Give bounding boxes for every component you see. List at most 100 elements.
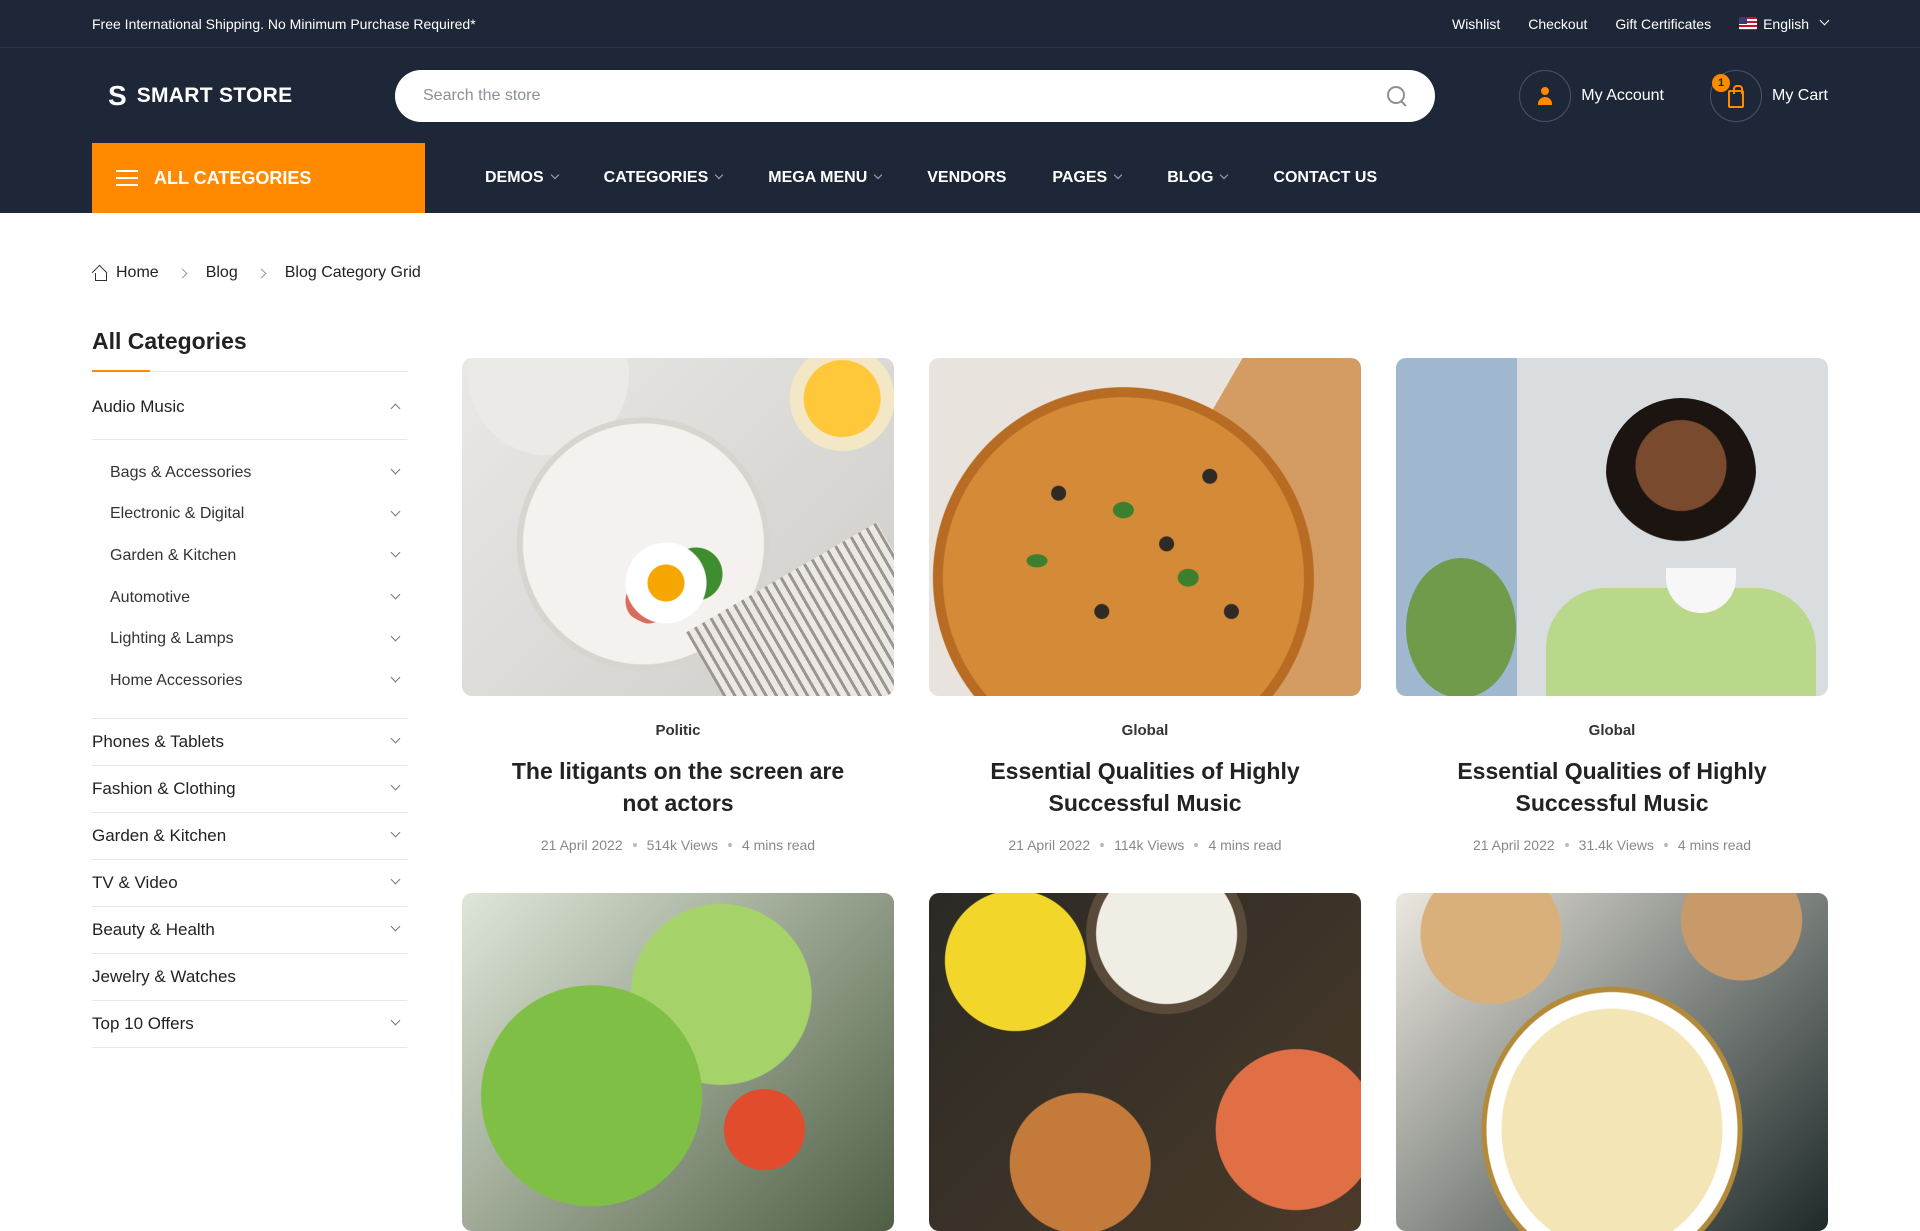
blog-post-card[interactable] [1396, 893, 1828, 1231]
chevron-up-icon[interactable] [390, 403, 401, 414]
chevron-down-icon[interactable] [390, 1015, 401, 1026]
nav-item-label: BLOG [1167, 169, 1214, 186]
nav-item-label: DEMOS [485, 169, 544, 186]
language-selector[interactable]: English [1739, 15, 1830, 32]
account-label: My Account [1581, 86, 1664, 104]
chevron-down-icon[interactable] [390, 921, 401, 932]
category-item[interactable]: Phones & Tablets [92, 719, 407, 766]
chevron-down-icon[interactable] [390, 464, 401, 475]
language-label: English [1763, 15, 1809, 32]
blog-post-card[interactable]: Global Essential Qualities of Highly Suc… [1396, 358, 1828, 853]
nav-item-mega-menu[interactable]: MEGA MENU [768, 169, 883, 187]
separator-dot [1564, 843, 1569, 847]
chevron-down-icon[interactable] [390, 506, 401, 517]
separator-dot [632, 843, 637, 847]
nav-item-contact-us[interactable]: CONTACT US [1273, 169, 1377, 187]
subcategory-list: Bags & Accessories Electronic & Digital … [92, 440, 407, 719]
subcategory-label: Bags & Accessories [110, 463, 252, 481]
chevron-down-icon [550, 170, 559, 180]
checkout-link[interactable]: Checkout [1528, 16, 1587, 32]
all-categories-button[interactable]: ALL CATEGORIES [92, 143, 425, 213]
chevron-down-icon [715, 170, 724, 180]
search-icon[interactable] [1387, 85, 1407, 106]
category-label: Fashion & Clothing [92, 778, 236, 798]
post-title[interactable]: Essential Qualities of Highly Successful… [1396, 755, 1828, 819]
blog-post-card[interactable]: Global Essential Qualities of Highly Suc… [929, 358, 1361, 853]
post-category[interactable]: Global [1396, 722, 1828, 739]
chevron-down-icon[interactable] [390, 827, 401, 838]
plant-illustration [1406, 558, 1516, 696]
category-item[interactable]: Garden & Kitchen [92, 813, 407, 860]
subcategory-item[interactable]: Electronic & Digital [110, 494, 407, 536]
subcategory-item[interactable]: Bags & Accessories [110, 452, 407, 494]
logo[interactable]: S SMART STORE [92, 80, 395, 112]
category-item[interactable]: Jewelry & Watches [92, 954, 407, 1001]
cart-button[interactable]: 1 My Cart [1710, 69, 1828, 122]
subcategory-label: Garden & Kitchen [110, 546, 237, 564]
post-image[interactable] [462, 893, 894, 1231]
nav-menu: DEMOS CATEGORIES MEGA MENU VENDORS PAGES… [425, 143, 1377, 213]
category-label: Beauty & Health [92, 919, 215, 939]
breadcrumb-blog[interactable]: Blog [206, 264, 238, 282]
chevron-down-icon[interactable] [390, 589, 401, 600]
chevron-down-icon[interactable] [390, 780, 401, 791]
post-category[interactable]: Global [929, 722, 1361, 739]
nav-item-vendors[interactable]: VENDORS [927, 169, 1006, 187]
main-nav: ALL CATEGORIES DEMOS CATEGORIES MEGA MEN… [0, 143, 1920, 213]
category-item[interactable]: Beauty & Health [92, 907, 407, 954]
subcategory-item[interactable]: Home Accessories [110, 660, 407, 702]
subcategory-item[interactable]: Garden & Kitchen [110, 535, 407, 577]
post-title[interactable]: The litigants on the screen are not acto… [462, 755, 894, 819]
category-label: Garden & Kitchen [92, 825, 227, 845]
cart-icon-wrap: 1 [1710, 69, 1762, 122]
nav-item-pages[interactable]: PAGES [1052, 169, 1123, 187]
blog-post-card[interactable]: Politic The litigants on the screen are … [462, 358, 894, 853]
nav-item-blog[interactable]: BLOG [1167, 169, 1229, 187]
separator-dot [1194, 843, 1199, 847]
post-image[interactable] [462, 358, 894, 696]
subcategory-label: Automotive [110, 588, 191, 606]
post-image[interactable] [929, 893, 1361, 1231]
post-views: 514k Views [646, 837, 718, 853]
blog-post-card[interactable] [462, 893, 894, 1231]
category-audio-music[interactable]: Audio Music [92, 374, 407, 440]
chevron-down-icon[interactable] [390, 631, 401, 642]
header-actions: My Account 1 My Cart [1519, 69, 1828, 122]
post-category[interactable]: Politic [462, 722, 894, 739]
blog-post-card[interactable] [929, 893, 1361, 1231]
post-read-time: 4 mins read [1208, 837, 1282, 853]
subcategory-label: Lighting & Lamps [110, 630, 234, 648]
post-image[interactable] [1396, 893, 1828, 1231]
nav-item-label: MEGA MENU [768, 169, 868, 186]
nav-item-demos[interactable]: DEMOS [485, 169, 559, 187]
nav-item-label: CONTACT US [1273, 169, 1378, 186]
chevron-down-icon [1819, 15, 1830, 26]
wishlist-link[interactable]: Wishlist [1452, 16, 1500, 32]
nav-item-categories[interactable]: CATEGORIES [603, 169, 724, 187]
chevron-down-icon[interactable] [390, 733, 401, 744]
chevron-down-icon [1113, 170, 1123, 180]
chevron-down-icon[interactable] [390, 672, 401, 683]
breadcrumb-home[interactable]: Home [92, 264, 159, 282]
chevron-down-icon[interactable] [390, 874, 401, 885]
cart-count-badge: 1 [1712, 73, 1730, 92]
subcategory-item[interactable]: Automotive [110, 577, 407, 619]
category-item[interactable]: Fashion & Clothing [92, 766, 407, 813]
top-links: Wishlist Checkout Gift Certificates Engl… [1452, 15, 1830, 32]
chevron-down-icon[interactable] [390, 548, 401, 558]
gift-certificates-link[interactable]: Gift Certificates [1615, 16, 1711, 32]
category-label: Jewelry & Watches [92, 966, 236, 986]
post-image[interactable] [1396, 358, 1828, 696]
nav-item-label: CATEGORIES [603, 169, 709, 186]
category-item[interactable]: TV & Video [92, 860, 407, 907]
category-label: Phones & Tablets [92, 731, 224, 751]
blog-post-grid: Politic The litigants on the screen are … [462, 358, 1828, 1231]
separator-dot [727, 843, 732, 847]
post-image[interactable] [929, 358, 1361, 696]
category-item[interactable]: Top 10 Offers [92, 1001, 407, 1048]
account-button[interactable]: My Account [1519, 69, 1664, 122]
post-views: 114k Views [1114, 837, 1185, 853]
post-title[interactable]: Essential Qualities of Highly Successful… [929, 755, 1361, 819]
subcategory-item[interactable]: Lighting & Lamps [110, 618, 407, 660]
search-input[interactable] [423, 86, 1323, 105]
